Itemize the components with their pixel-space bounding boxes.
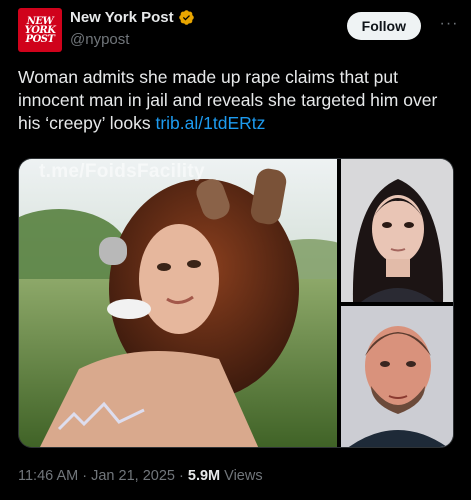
mugshot-woman[interactable] <box>341 159 453 302</box>
media-grid[interactable]: t.me/FoidsFacility <box>18 158 454 448</box>
nypost-logo-avatar[interactable]: NEW YORK POST <box>18 8 62 52</box>
name-row: New York Post <box>70 9 195 26</box>
tweet-header: NEW YORK POST New York Post @nypost Foll… <box>18 8 461 52</box>
tweet-time[interactable]: 11:46 AM <box>18 468 78 484</box>
watermark-text: t.me/FoidsFacility <box>39 161 205 182</box>
display-name[interactable]: New York Post <box>70 9 174 26</box>
meta-separator-2: · <box>179 468 184 484</box>
tweet-text: Woman admits she made up rape claims tha… <box>18 66 458 135</box>
mugshot-man-illustration <box>341 306 453 447</box>
verified-badge-icon <box>178 10 194 25</box>
follow-button[interactable]: Follow <box>346 12 421 40</box>
more-options-icon[interactable]: ··· <box>437 14 461 34</box>
main-photo[interactable]: t.me/FoidsFacility <box>19 159 337 447</box>
account-handle[interactable]: @nypost <box>70 31 129 48</box>
views-count: 5.9M <box>187 468 221 484</box>
tweet-meta: 11:46 AM · Jan 21, 2025 · 5.9M Views <box>18 468 263 484</box>
meta-separator: · <box>82 468 88 484</box>
main-photo-illustration <box>19 159 337 447</box>
mugshot-man[interactable] <box>341 306 453 447</box>
logo-line-3: POST <box>25 33 55 45</box>
tweet-date[interactable]: Jan 21, 2025 <box>91 468 175 484</box>
mugshot-woman-illustration <box>341 159 453 302</box>
views-label: Views <box>224 468 263 484</box>
tweet-link[interactable]: trib.al/1tdERtz <box>155 113 265 133</box>
